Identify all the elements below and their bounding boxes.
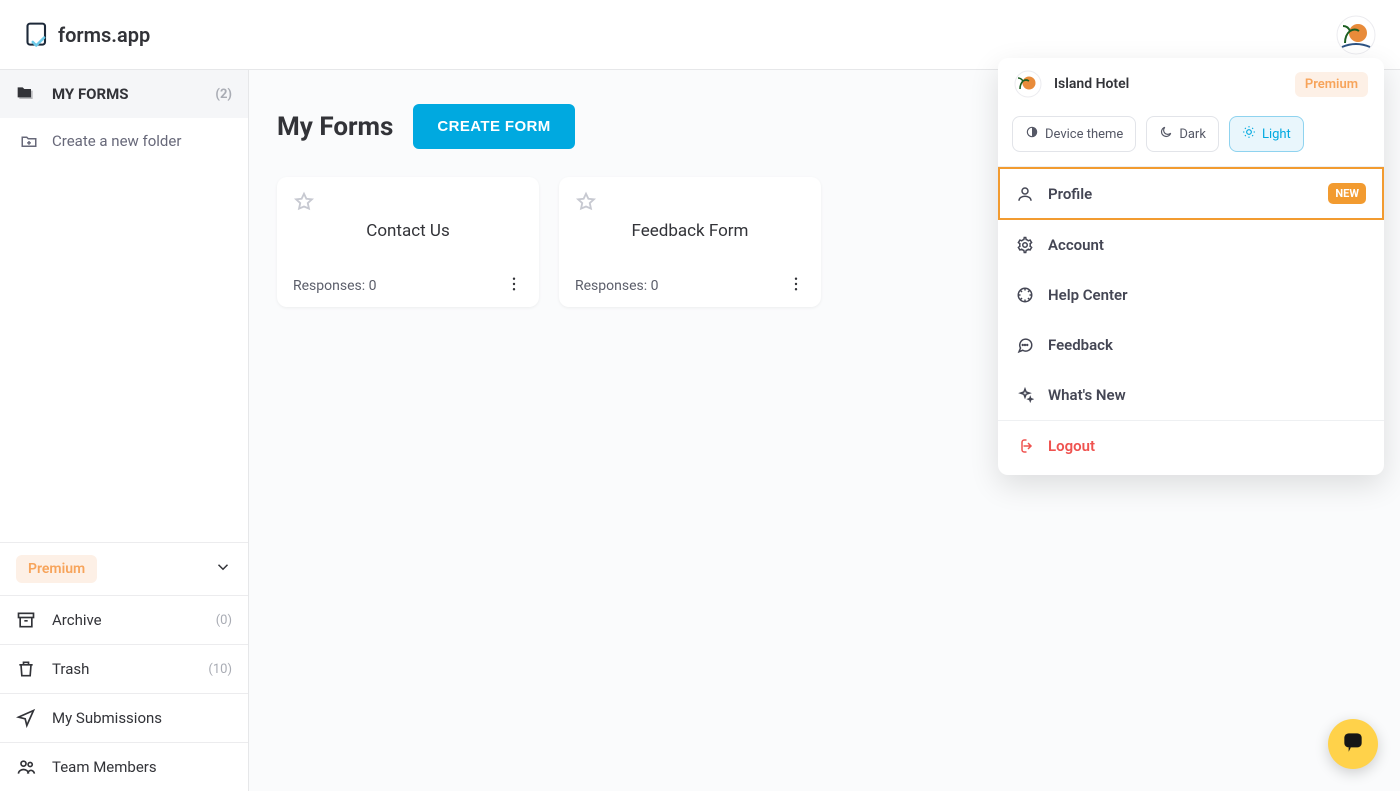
sidebar-premium-row[interactable]: Premium	[0, 542, 248, 596]
new-badge: NEW	[1328, 183, 1366, 204]
trash-icon	[16, 659, 36, 679]
avatar-small	[1014, 70, 1042, 98]
theme-label: Device theme	[1045, 127, 1123, 142]
moon-icon	[1159, 125, 1173, 143]
theme-switcher: Device theme Dark Light	[998, 110, 1384, 167]
form-card-title: Contact Us	[366, 221, 449, 241]
profile-icon	[1016, 185, 1034, 203]
dropdown-item-label: Help Center	[1048, 286, 1128, 304]
kebab-icon[interactable]	[787, 275, 805, 297]
chat-fab[interactable]	[1328, 719, 1378, 769]
archive-icon	[16, 610, 36, 630]
page-title: My Forms	[277, 112, 393, 142]
app-logo[interactable]: forms.app	[24, 21, 150, 49]
app-logo-text: forms.app	[58, 23, 150, 47]
form-card-title: Feedback Form	[632, 221, 749, 241]
sun-icon	[1242, 125, 1256, 143]
folders-icon	[16, 84, 36, 104]
create-form-button[interactable]: CREATE FORM	[413, 104, 574, 149]
form-card-responses: Responses: 0	[293, 278, 376, 294]
dropdown-item-logout[interactable]: Logout	[998, 421, 1384, 471]
forms-app-logo-icon	[24, 21, 52, 49]
logout-icon	[1016, 437, 1034, 455]
dropdown-item-help[interactable]: Help Center	[998, 270, 1384, 320]
sidebar-item-label: Team Members	[52, 758, 157, 776]
theme-light-button[interactable]: Light	[1229, 116, 1304, 152]
sidebar-item-count: (10)	[208, 662, 232, 677]
form-card-responses: Responses: 0	[575, 278, 658, 294]
sidebar-item-my-forms[interactable]: MY FORMS (2)	[0, 70, 248, 118]
theme-dark-button[interactable]: Dark	[1146, 116, 1219, 152]
dropdown-item-label: Feedback	[1048, 336, 1113, 354]
theme-label: Dark	[1179, 127, 1206, 142]
form-card[interactable]: Feedback Form Responses: 0	[559, 177, 821, 307]
gear-icon	[1016, 236, 1034, 254]
dropdown-item-label: What's New	[1048, 386, 1126, 404]
sidebar-item-label: MY FORMS	[52, 85, 129, 103]
dropdown-item-whatsnew[interactable]: What's New	[998, 370, 1384, 420]
sidebar-item-label: Archive	[52, 611, 102, 629]
avatar[interactable]	[1336, 15, 1376, 55]
dropdown-item-account[interactable]: Account	[998, 220, 1384, 270]
sidebar-item-trash[interactable]: Trash (10)	[0, 645, 248, 694]
form-card[interactable]: Contact Us Responses: 0	[277, 177, 539, 307]
sidebar-item-my-submissions[interactable]: My Submissions	[0, 694, 248, 743]
sidebar-create-folder[interactable]: Create a new folder	[0, 118, 248, 164]
add-folder-icon	[20, 132, 38, 150]
star-icon[interactable]	[293, 191, 315, 217]
sidebar: MY FORMS (2) Create a new folder Premium	[0, 70, 249, 791]
paper-plane-icon	[16, 708, 36, 728]
chat-app-icon	[1340, 729, 1366, 759]
sidebar-item-archive[interactable]: Archive (0)	[0, 596, 248, 645]
sidebar-item-count: (0)	[216, 613, 232, 628]
theme-label: Light	[1262, 127, 1291, 142]
contrast-icon	[1025, 125, 1039, 143]
sidebar-item-count: (2)	[215, 87, 232, 102]
theme-device-button[interactable]: Device theme	[1012, 116, 1136, 152]
team-icon	[16, 757, 36, 777]
sidebar-item-label: My Submissions	[52, 709, 162, 727]
premium-badge: Premium	[1295, 72, 1368, 97]
dropdown-item-label: Account	[1048, 236, 1104, 254]
user-dropdown: Island Hotel Premium Device theme Dark L…	[998, 58, 1384, 475]
sidebar-item-team-members[interactable]: Team Members	[0, 743, 248, 791]
star-icon[interactable]	[575, 191, 597, 217]
premium-badge: Premium	[16, 555, 97, 583]
chat-icon	[1016, 336, 1034, 354]
dropdown-item-feedback[interactable]: Feedback	[998, 320, 1384, 370]
dropdown-item-label: Profile	[1048, 185, 1092, 203]
dropdown-item-profile[interactable]: Profile NEW	[998, 167, 1384, 220]
dropdown-username: Island Hotel	[1054, 76, 1129, 92]
help-icon	[1016, 286, 1034, 304]
dropdown-item-label: Logout	[1048, 437, 1095, 455]
sidebar-item-label: Trash	[52, 660, 89, 678]
sidebar-item-label: Create a new folder	[52, 132, 181, 150]
sparkle-icon	[1016, 386, 1034, 404]
dropdown-header: Island Hotel Premium	[998, 58, 1384, 110]
kebab-icon[interactable]	[505, 275, 523, 297]
chevron-down-icon	[214, 558, 232, 580]
